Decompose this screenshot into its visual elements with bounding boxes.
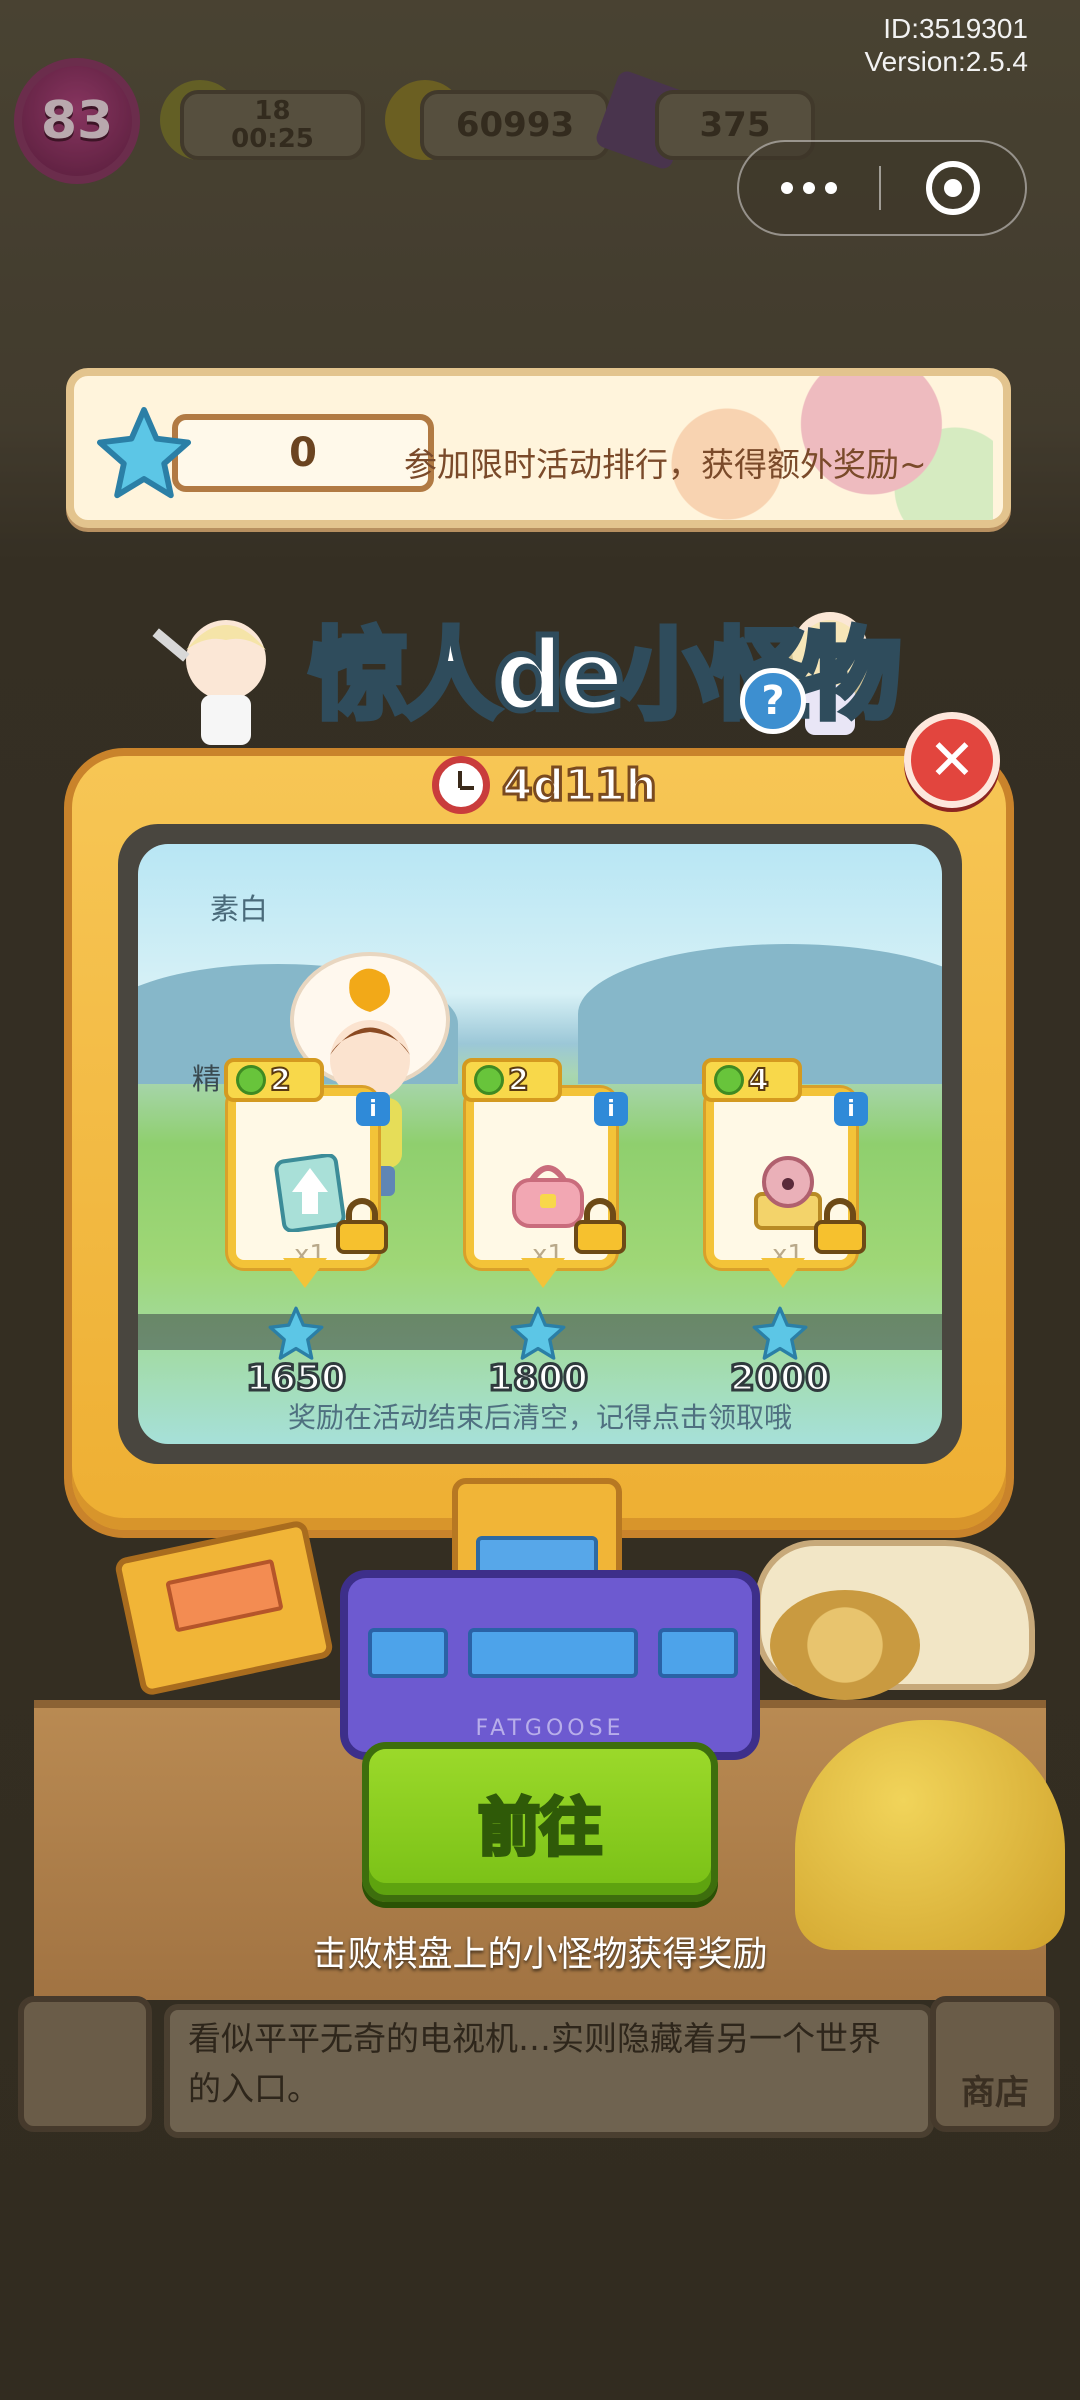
reward-tier: 2 (507, 1062, 530, 1099)
reward-card[interactable]: x1 2 i (462, 1058, 628, 1288)
clover-icon (474, 1065, 504, 1095)
go-button[interactable]: 前往 (362, 1742, 718, 1902)
back-icon (18, 1996, 152, 2132)
event-score-box: 0 (172, 414, 434, 492)
console-button-right (658, 1628, 738, 1678)
ranking-banner[interactable]: 0 参加限时活动排行，获得额外奖励~ (66, 368, 1011, 528)
lock-icon (336, 1198, 388, 1254)
milestone-value: 2000 (728, 1357, 831, 1401)
milestone-value: 1650 (244, 1357, 347, 1401)
info-icon[interactable]: i (356, 1092, 390, 1126)
event-score: 0 (289, 430, 317, 476)
prince-character (152, 620, 266, 745)
reward-tier: 2 (269, 1062, 292, 1099)
reward-notice: 奖励在活动结束后清空，记得点击领取哦 (287, 1401, 792, 1434)
clover-icon (714, 1065, 744, 1095)
build-info: ID:3519301 Version:2.5.4 (865, 12, 1028, 78)
reward-tier-tag: 2 (224, 1058, 324, 1102)
console-brand: FATGOOSE (475, 1716, 625, 1741)
mini-program-capsule (737, 140, 1027, 236)
event-timer: 4d11h (432, 752, 659, 818)
console-slot (468, 1628, 638, 1678)
reward-card[interactable]: x1 2 i (224, 1058, 390, 1288)
milestone: 2000 (710, 1306, 850, 1401)
clock-icon (432, 756, 490, 814)
reward-tier: 4 (747, 1062, 770, 1099)
game-console: FATGOOSE (340, 1570, 760, 1760)
shop-button: 商店 (930, 1996, 1060, 2132)
timer-text: 4d11h (501, 758, 659, 812)
card-pointer (521, 1258, 565, 1288)
nuts (770, 1590, 920, 1700)
star-icon (752, 1306, 808, 1360)
milestone-value: 1800 (486, 1357, 589, 1401)
lock-icon (814, 1198, 866, 1254)
card-pointer (283, 1258, 327, 1288)
shop-label: 商店 (961, 2073, 1029, 2113)
card-pointer (761, 1258, 805, 1288)
clover-icon (236, 1065, 266, 1095)
reward-tier-tag: 4 (702, 1058, 802, 1102)
info-icon[interactable]: i (834, 1092, 868, 1126)
milestone: 1650 (226, 1306, 366, 1401)
event-title-logo: 惊人de小怪物 (307, 586, 904, 736)
event-hint: 击败棋盘上的小怪物获得奖励 (312, 1935, 768, 1975)
event-title: 惊人de小怪物 (307, 616, 904, 736)
star-icon (96, 406, 192, 499)
milestone: 1800 (468, 1306, 608, 1401)
go-button-label: 前往 (476, 1789, 604, 1866)
user-id: ID:3519301 (883, 13, 1028, 44)
reward-tier-tag: 2 (462, 1058, 562, 1102)
side-character-name: 精 (192, 1062, 222, 1096)
version-label: Version:2.5.4 (864, 46, 1028, 77)
close-button[interactable]: ✕ (904, 712, 1000, 808)
target-circle-icon[interactable] (881, 161, 1025, 215)
star-icon (510, 1306, 566, 1360)
help-icon[interactable]: ? (740, 668, 806, 734)
reward-card[interactable]: x1 4 i (702, 1058, 868, 1288)
lock-icon (574, 1198, 626, 1254)
item-description: 看似平平无奇的电视机…实则隐藏着另一个世界的入口。 (188, 2019, 881, 2108)
info-icon[interactable]: i (594, 1092, 628, 1126)
star-icon (268, 1306, 324, 1360)
character-name: 素白 (210, 892, 269, 926)
console-button-left (368, 1628, 448, 1678)
more-dots-icon[interactable] (739, 182, 879, 194)
banner-text: 参加限时活动排行，获得额外奖励~ (404, 445, 927, 484)
